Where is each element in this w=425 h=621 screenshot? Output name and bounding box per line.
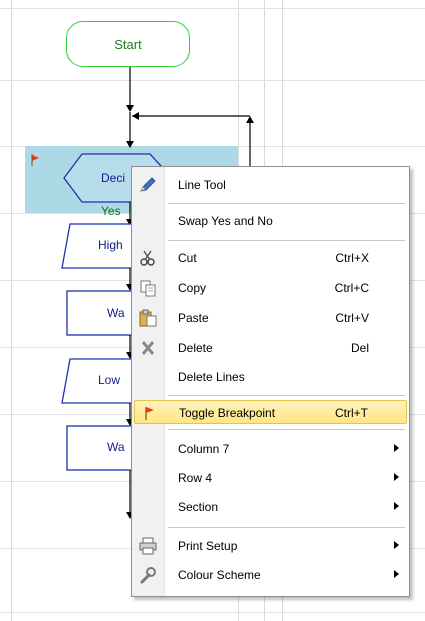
menu-label: Colour Scheme	[178, 568, 261, 582]
paste-icon	[139, 309, 157, 327]
menu-shortcut: Del	[350, 341, 369, 355]
menu-label: Cut	[178, 251, 197, 265]
submenu-arrow-icon	[394, 502, 399, 510]
menu-item-row[interactable]: Row 4	[132, 466, 409, 490]
menu-label: Print Setup	[178, 539, 238, 553]
menu-item-colour-scheme[interactable]: Colour Scheme	[132, 563, 409, 587]
flow-box-2-text[interactable]: Wa	[107, 306, 125, 320]
printer-icon	[139, 537, 157, 555]
menu-label: Paste	[178, 311, 209, 325]
menu-label: Section	[178, 500, 219, 514]
breakpoint-flag-icon	[145, 407, 154, 420]
menu-item-delete[interactable]: Delete Del	[132, 336, 409, 360]
menu-label: Column 7	[178, 442, 230, 456]
scissors-icon	[140, 250, 155, 266]
context-menu: Line Tool Swap Yes and No Cut Ctrl+X Cop…	[131, 166, 410, 597]
menu-item-toggle-breakpoint[interactable]: Toggle Breakpoint Ctrl+T	[134, 400, 407, 424]
menu-shortcut: Ctrl+C	[334, 281, 369, 295]
menu-item-delete-lines[interactable]: Delete Lines	[132, 365, 409, 389]
menu-separator	[168, 240, 405, 241]
menu-item-column[interactable]: Column 7	[132, 437, 409, 461]
submenu-arrow-icon	[394, 444, 399, 452]
menu-label: Copy	[178, 281, 207, 295]
submenu-arrow-icon	[394, 541, 399, 549]
menu-item-section[interactable]: Section	[132, 495, 409, 519]
yes-label: Yes	[101, 204, 121, 218]
menu-shortcut: Ctrl+V	[335, 311, 369, 325]
flow-box-3-text[interactable]: Low	[98, 373, 120, 387]
delete-x-icon	[141, 341, 155, 355]
menu-label: Swap Yes and No	[178, 214, 273, 228]
menu-separator	[168, 395, 405, 396]
menu-label: Delete Lines	[178, 370, 245, 384]
menu-label: Toggle Breakpoint	[179, 406, 276, 420]
copy-icon	[140, 280, 156, 297]
menu-separator	[168, 527, 405, 528]
menu-item-paste[interactable]: Paste Ctrl+V	[132, 306, 409, 330]
start-label: Start	[114, 36, 142, 52]
menu-item-copy[interactable]: Copy Ctrl+C	[132, 276, 409, 300]
menu-separator	[168, 203, 405, 204]
menu-item-print-setup[interactable]: Print Setup	[132, 534, 409, 558]
flow-box-1-text[interactable]: High	[98, 238, 123, 252]
submenu-arrow-icon	[394, 473, 399, 481]
menu-label: Delete	[178, 341, 213, 355]
submenu-arrow-icon	[394, 570, 399, 578]
menu-label: Line Tool	[178, 178, 226, 192]
menu-shortcut: Ctrl+X	[335, 251, 369, 265]
wrench-icon	[140, 567, 156, 584]
menu-separator	[168, 429, 405, 430]
pencil-icon	[140, 177, 156, 192]
flow-box-4-text[interactable]: Wa	[107, 440, 125, 454]
menu-item-line-tool[interactable]: Line Tool	[132, 173, 409, 197]
decision-text[interactable]: Deci	[101, 171, 125, 185]
menu-label: Row 4	[178, 471, 213, 485]
menu-shortcut: Ctrl+T	[335, 406, 368, 420]
start-terminal[interactable]: Start	[66, 21, 190, 67]
menu-item-swap-yes-no[interactable]: Swap Yes and No	[132, 209, 409, 233]
menu-item-cut[interactable]: Cut Ctrl+X	[132, 246, 409, 270]
